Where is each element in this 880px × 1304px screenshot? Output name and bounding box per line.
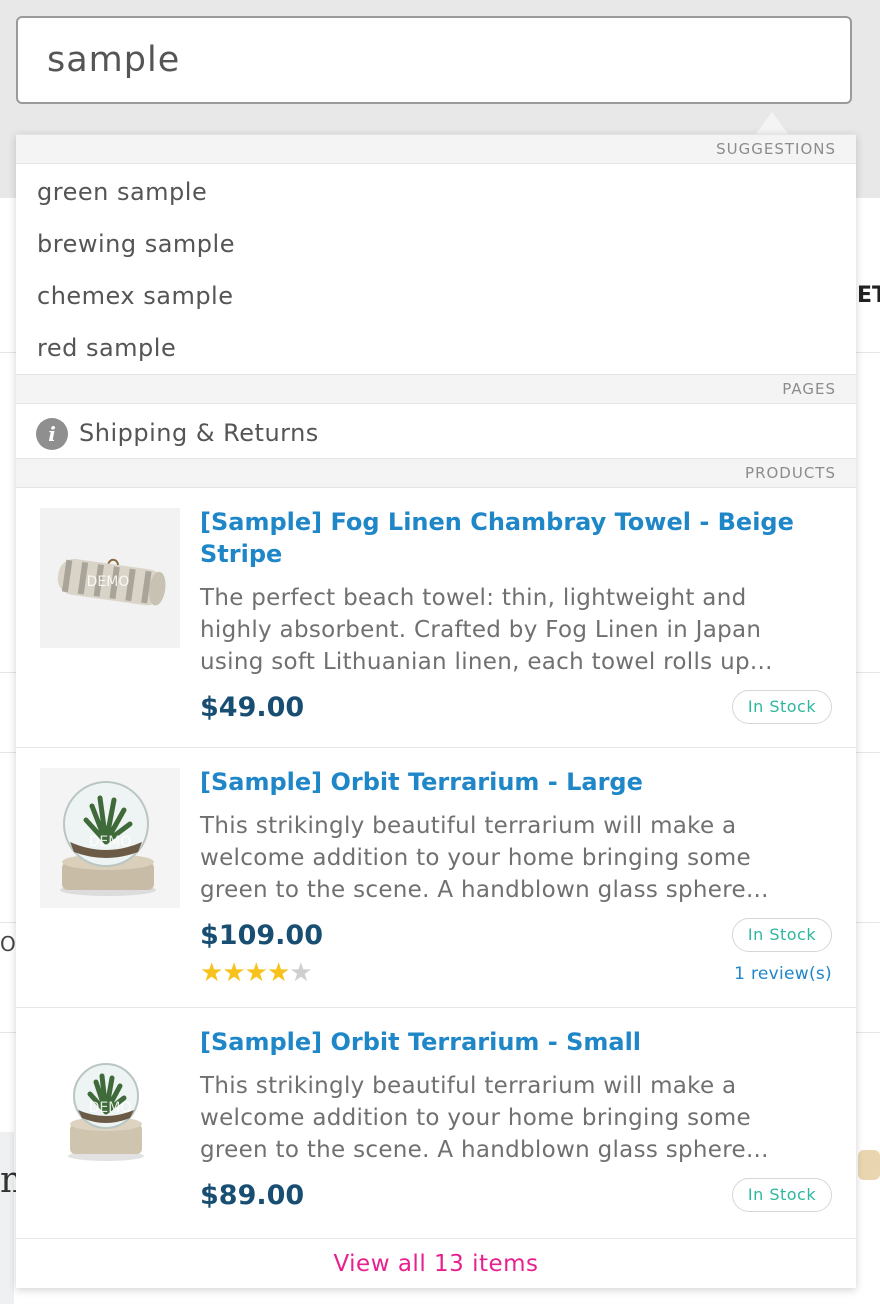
product-title-link[interactable]: [Sample] Orbit Terrarium - Small: [200, 1026, 820, 1058]
products-header: PRODUCTS: [16, 458, 856, 488]
towel-image: DEMO: [40, 508, 180, 648]
product-price: $89.00: [200, 1180, 305, 1211]
background-text-fragment: O: [0, 932, 16, 956]
product-description-line: This strikingly beautiful terrarium will…: [200, 1073, 737, 1099]
product-result-item[interactable]: DEMO [Sample] Orbit Terrarium - Small Th…: [16, 1008, 856, 1268]
info-icon: i: [36, 418, 68, 450]
star-filled-icon: ★: [222, 958, 245, 988]
demo-watermark: DEMO: [89, 1100, 132, 1116]
product-title-link[interactable]: [Sample] Fog Linen Chambray Towel - Beig…: [200, 506, 820, 570]
star-filled-icon: ★: [266, 958, 290, 988]
product-result-item[interactable]: DEMO [Sample] Orbit Terrarium - Large Th…: [16, 748, 856, 1008]
demo-watermark: DEMO: [87, 574, 130, 590]
dropdown-caret: [756, 112, 788, 134]
product-description-line: green to the scene. A handblown glass sp…: [200, 1137, 769, 1163]
stock-badge: In Stock: [732, 1178, 832, 1212]
background-product-image: [858, 1150, 880, 1180]
product-description-line: highly absorbent. Crafted by Fog Linen i…: [200, 617, 762, 643]
search-dropdown: SUGGESTIONS green sample brewing sample …: [16, 134, 856, 1288]
product-price: $109.00: [200, 920, 323, 951]
pages-header: PAGES: [16, 374, 856, 404]
search-input[interactable]: [16, 16, 852, 104]
terrarium-image: DEMO: [40, 1028, 180, 1168]
stock-badge: In Stock: [732, 690, 832, 724]
product-description-line: welcome addition to your home bringing s…: [200, 845, 751, 871]
stock-badge: In Stock: [732, 918, 832, 952]
suggestion-item[interactable]: green sample: [16, 166, 856, 218]
suggestion-item[interactable]: chemex sample: [16, 270, 856, 322]
suggestion-item[interactable]: brewing sample: [16, 218, 856, 270]
suggestion-item[interactable]: red sample: [16, 322, 856, 374]
product-title-link[interactable]: [Sample] Orbit Terrarium - Large: [200, 766, 820, 798]
background-product-image: [0, 1132, 14, 1304]
star-empty-icon: ★: [289, 958, 312, 988]
product-result-item[interactable]: DEMO [Sample] Fog Linen Chambray Towel -…: [16, 488, 856, 748]
suggestions-header: SUGGESTIONS: [16, 134, 856, 164]
product-description-line: welcome addition to your home bringing s…: [200, 1105, 751, 1131]
demo-watermark: DEMO: [89, 834, 132, 850]
product-description-line: This strikingly beautiful terrarium will…: [200, 813, 737, 839]
view-all-link[interactable]: View all 13 items: [16, 1238, 856, 1289]
star-filled-icon: ★: [244, 958, 268, 988]
terrarium-image: DEMO: [40, 768, 180, 908]
product-description-line: using soft Lithuanian linen, each towel …: [200, 649, 773, 675]
page-item-label: Shipping & Returns: [79, 419, 319, 447]
reviews-link[interactable]: 1 review(s): [734, 964, 832, 984]
product-price: $49.00: [200, 692, 305, 723]
page-item-shipping-returns[interactable]: i Shipping & Returns: [16, 406, 856, 460]
star-filled-icon: ★: [200, 958, 223, 988]
background-nav-fragment: ETU: [857, 283, 880, 308]
product-description-line: The perfect beach towel: thin, lightweig…: [200, 585, 747, 611]
product-description-line: green to the scene. A handblown glass sp…: [200, 877, 769, 903]
star-rating: ★★★★★: [200, 958, 313, 988]
